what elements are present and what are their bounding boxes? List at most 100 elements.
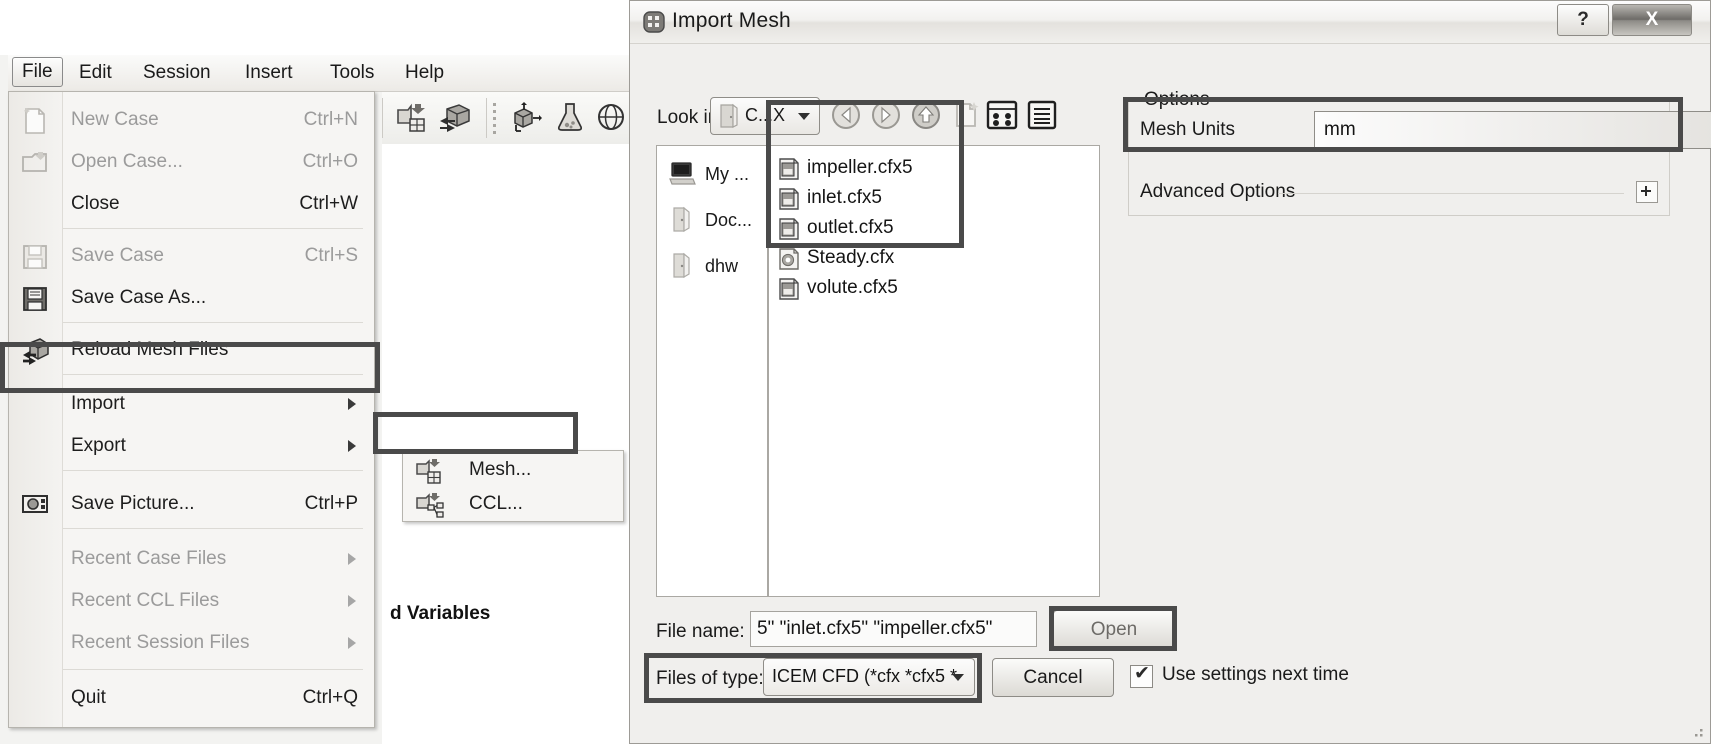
mesh-units-value: mm — [1324, 119, 1356, 140]
menu-item-recent-ccl-files[interactable]: Recent CCL Files — [9, 581, 374, 621]
grid-view-icon[interactable] — [982, 95, 1022, 135]
check-icon: ✔ — [1134, 663, 1150, 684]
menu-item-accel: Ctrl+O — [302, 151, 358, 172]
menu-separator — [63, 374, 363, 375]
viewport-canvas — [382, 144, 630, 744]
file-name-label: Steady.cfx — [807, 247, 895, 268]
place-item-my-computer[interactable]: My ... — [657, 152, 767, 198]
submenu-item-ccl[interactable]: CCL... — [403, 487, 623, 522]
globe-icon[interactable] — [596, 101, 626, 138]
open-button[interactable]: Open — [1053, 610, 1175, 649]
file-list-item[interactable]: volute.cfx5 — [769, 274, 1099, 303]
background-label: d Variables — [390, 603, 491, 624]
file-list-item[interactable]: impeller.cfx5 — [769, 154, 1099, 183]
menu-item-accel: Ctrl+W — [299, 193, 358, 214]
menu-item-export[interactable]: Export — [9, 426, 374, 466]
file-name-label: inlet.cfx5 — [807, 187, 882, 208]
look-in-value: C...X — [745, 105, 786, 125]
menu-session[interactable]: Session — [134, 59, 220, 87]
chevron-right-icon — [348, 440, 356, 452]
menu-item-open-case[interactable]: Open Case... Ctrl+O — [9, 142, 374, 182]
file-list-item[interactable]: inlet.cfx5 — [769, 184, 1099, 213]
menu-item-reload-mesh-files[interactable]: Reload Mesh Files — [9, 330, 374, 370]
list-view-icon[interactable] — [1022, 95, 1062, 135]
camera-icon — [20, 490, 50, 523]
menu-item-accel: Ctrl+P — [304, 493, 358, 514]
menu-tools[interactable]: Tools — [321, 59, 383, 87]
menu-item-recent-session-files[interactable]: Recent Session Files — [9, 623, 374, 663]
file-list-item[interactable]: outlet.cfx5 — [769, 214, 1099, 243]
menubar: File Edit Session Insert Tools Help — [8, 55, 630, 92]
submenu-item-mesh[interactable]: Mesh... — [403, 453, 623, 488]
import-mesh-toolbar-icon[interactable] — [396, 101, 430, 138]
chevron-right-icon — [348, 553, 356, 565]
import-mesh-icon — [415, 457, 447, 490]
file-name-value: 5" "inlet.cfx5" "impeller.cfx5" — [757, 618, 993, 639]
file-name-label: volute.cfx5 — [807, 277, 898, 298]
menu-item-label: Close — [71, 193, 120, 214]
chevron-down-icon — [952, 674, 964, 681]
flask-icon[interactable] — [554, 101, 586, 138]
menu-item-accel: Ctrl+Q — [302, 687, 358, 708]
save-disk-icon — [20, 242, 50, 277]
new-folder-icon[interactable] — [946, 95, 986, 135]
menu-item-quit[interactable]: Quit Ctrl+Q — [9, 678, 374, 718]
forward-icon[interactable] — [866, 95, 906, 135]
menu-item-save-case-as[interactable]: Save Case As... — [9, 278, 374, 318]
menu-item-save-case[interactable]: Save Case Ctrl+S — [9, 236, 374, 276]
file-list[interactable]: impeller.cfx5 inlet.cfx5 outlet.cfx5 Ste… — [768, 145, 1100, 597]
menu-item-label: Save Case As... — [71, 287, 207, 308]
file-name-label: impeller.cfx5 — [807, 157, 913, 178]
place-item-label: Doc... — [705, 210, 753, 230]
advanced-options-row[interactable]: Advanced Options — [1128, 175, 1668, 211]
mesh-window-icon — [642, 10, 666, 39]
look-in-combobox[interactable]: C...X — [710, 97, 820, 135]
file-name-label: outlet.cfx5 — [807, 217, 894, 238]
import-ccl-icon — [415, 491, 447, 524]
location-cube-icon[interactable] — [508, 101, 544, 138]
computer-icon — [667, 158, 697, 193]
menu-edit[interactable]: Edit — [70, 59, 121, 87]
expand-icon[interactable] — [1636, 181, 1658, 203]
menu-item-label: Save Picture... — [71, 493, 195, 514]
menu-item-close[interactable]: Close Ctrl+W — [9, 184, 374, 224]
up-icon[interactable] — [906, 95, 946, 135]
chevron-right-icon — [348, 637, 356, 649]
menu-separator — [63, 322, 363, 323]
place-item-dhw[interactable]: dhw — [657, 244, 767, 290]
mesh-reload-icon — [20, 336, 52, 371]
menu-item-label: New Case — [71, 109, 159, 130]
menu-item-label: Recent Case Files — [71, 548, 227, 569]
menu-item-import[interactable]: Import — [9, 384, 374, 424]
resize-grip-icon[interactable] — [1690, 724, 1704, 738]
menu-item-save-picture[interactable]: Save Picture... Ctrl+P — [9, 484, 374, 524]
file-dropdown-menu: New Case Ctrl+N Open Case... Ctrl+O Clos… — [8, 91, 375, 728]
menu-item-new-case[interactable]: New Case Ctrl+N — [9, 100, 374, 140]
mesh-units-combobox[interactable]: mm — [1314, 111, 1711, 149]
file-list-item[interactable]: Steady.cfx — [769, 244, 1099, 273]
close-button[interactable]: X — [1612, 4, 1692, 36]
files-of-type-combobox[interactable]: ICEM CFD (*cfx *cfx5 * — [763, 658, 975, 696]
cancel-button[interactable]: Cancel — [992, 658, 1114, 697]
file-name-input[interactable]: 5" "inlet.cfx5" "impeller.cfx5" — [750, 611, 1037, 647]
back-icon[interactable] — [826, 95, 866, 135]
submenu-item-label: CCL... — [469, 493, 523, 514]
import-submenu: Mesh... CCL... — [402, 450, 624, 522]
menu-file[interactable]: File — [12, 57, 63, 87]
use-settings-label: Use settings next time — [1162, 664, 1349, 685]
checkbox[interactable]: ✔ — [1130, 663, 1153, 688]
menu-insert[interactable]: Insert — [236, 59, 302, 87]
chevron-right-icon — [348, 595, 356, 607]
help-button[interactable]: ? — [1557, 4, 1609, 36]
menu-item-recent-case-files[interactable]: Recent Case Files — [9, 539, 374, 579]
dialog-titlebar[interactable]: Import Mesh ? X — [630, 1, 1710, 44]
place-item-documents[interactable]: Doc... — [657, 198, 767, 244]
menu-help[interactable]: Help — [396, 59, 453, 87]
chevron-down-icon — [798, 113, 810, 120]
reload-mesh-toolbar-icon[interactable] — [438, 101, 474, 138]
menu-item-label: Export — [71, 435, 126, 456]
cfx5-file-icon — [777, 187, 801, 216]
menu-item-label: Save Case — [71, 245, 164, 266]
place-item-label: dhw — [705, 256, 739, 276]
advanced-options-label: Advanced Options — [1140, 181, 1296, 202]
